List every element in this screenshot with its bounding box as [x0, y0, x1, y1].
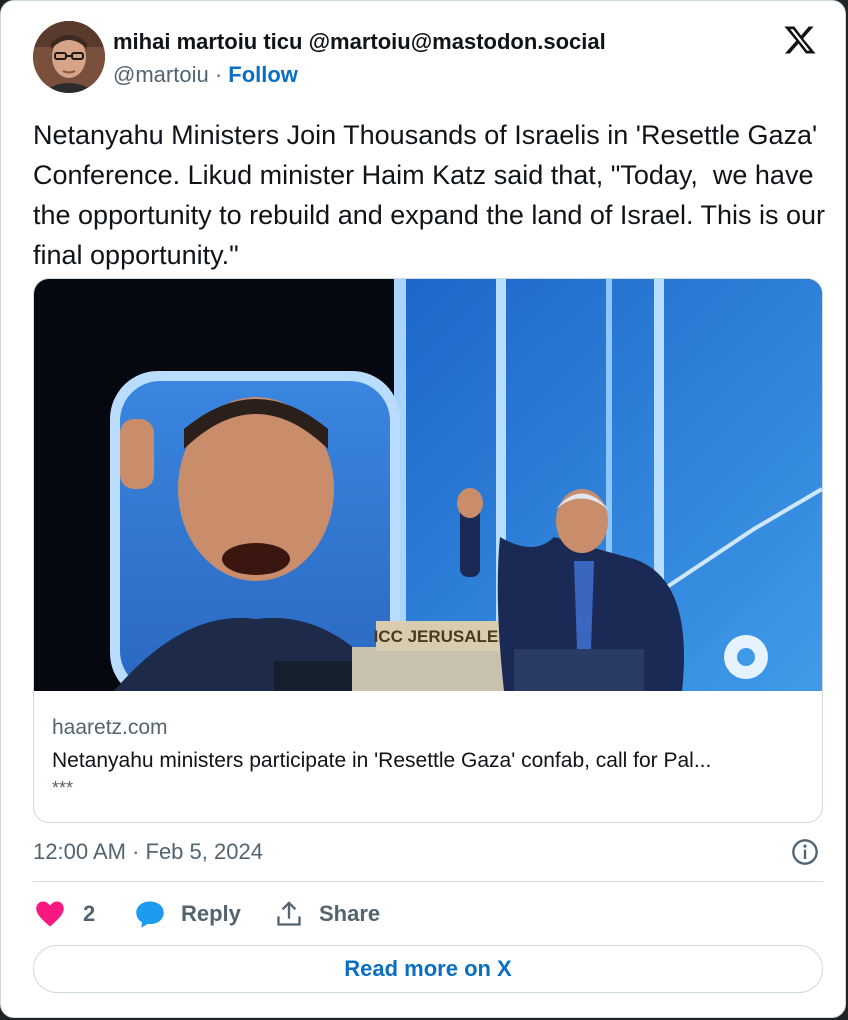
link-description: *** — [52, 778, 74, 798]
tweet-text: Netanyahu Ministers Join Thousands of Is… — [33, 120, 833, 270]
share-button[interactable]: Share — [275, 897, 380, 931]
handle-separator: · — [208, 62, 229, 87]
like-button[interactable]: 2 — [35, 897, 95, 931]
share-icon — [277, 901, 301, 926]
link-preview-meta: haaretz.com Netanyahu ministers particip… — [52, 715, 802, 798]
reply-button[interactable]: Reply — [135, 897, 241, 931]
x-logo-icon[interactable] — [783, 23, 817, 57]
podium-sign: ICC JERUSALEM — [374, 627, 513, 646]
reply-bubble-icon — [136, 901, 164, 928]
like-count: 2 — [83, 901, 96, 926]
avatar-image — [33, 21, 105, 93]
link-domain: haaretz.com — [52, 716, 168, 739]
avatar[interactable] — [33, 21, 105, 93]
tweet-timestamp[interactable]: 12:00 AM · Feb 5, 2024 — [33, 839, 263, 865]
reply-label: Reply — [181, 901, 241, 926]
link-preview-card[interactable]: ICC JERUSALEM haaretz.com Netanyahu mini… — [33, 278, 823, 823]
heart-icon — [36, 901, 64, 927]
link-title[interactable]: Netanyahu ministers participate in 'Rese… — [52, 746, 802, 776]
author-display-name[interactable]: mihai martoiu ticu @martoiu@mastodon.soc… — [113, 29, 606, 55]
tweet-embed-card: mihai martoiu ticu @martoiu@mastodon.soc… — [0, 0, 846, 1018]
author-handle-row: @martoiu · Follow — [113, 62, 298, 88]
info-icon[interactable] — [791, 838, 819, 866]
follow-button[interactable]: Follow — [228, 62, 298, 87]
share-label: Share — [319, 901, 381, 926]
author-handle[interactable]: @martoiu — [113, 62, 209, 87]
read-more-button[interactable]: Read more on X — [33, 945, 823, 993]
link-preview-image: ICC JERUSALEM — [34, 279, 822, 691]
divider — [33, 881, 823, 882]
